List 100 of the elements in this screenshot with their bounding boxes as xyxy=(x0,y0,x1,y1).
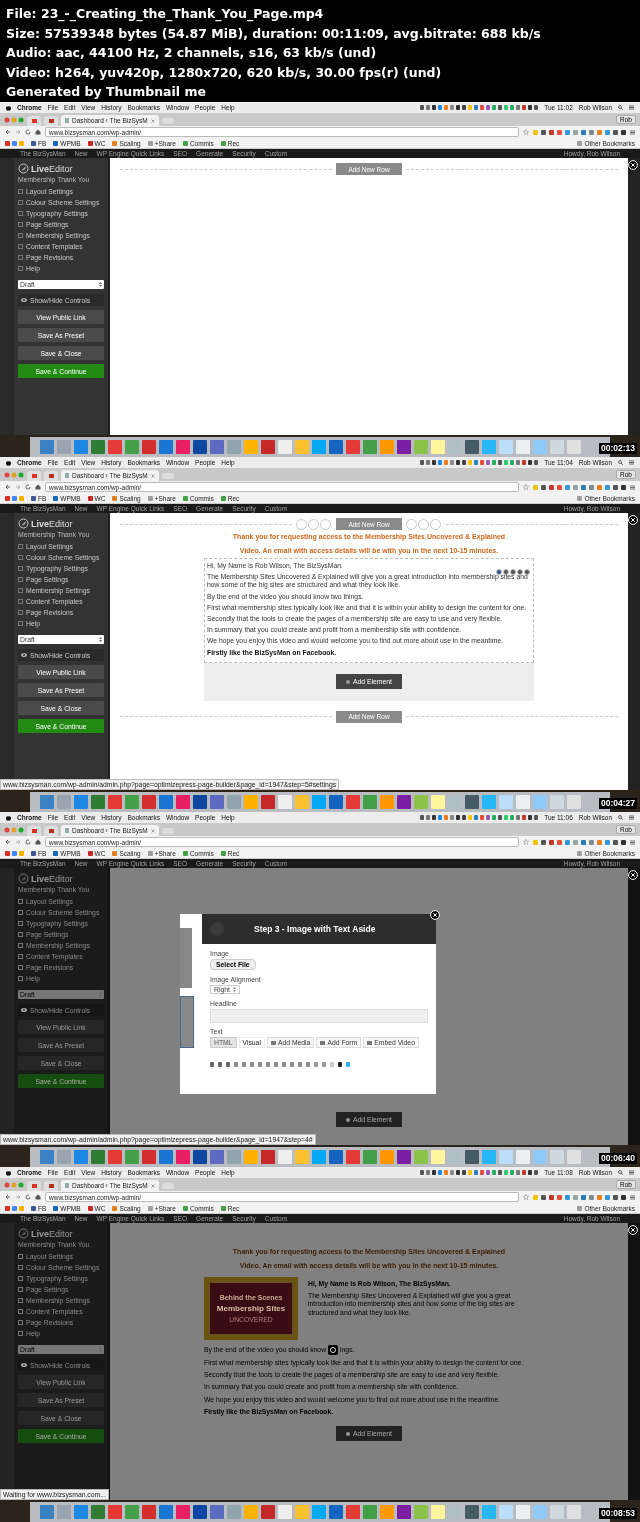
window-buttons-drawing xyxy=(4,1181,24,1188)
page-icon xyxy=(65,1183,69,1188)
star-icon xyxy=(523,1194,529,1200)
updown-icon xyxy=(232,987,236,992)
slide-preview xyxy=(180,996,194,1048)
pinned-tab[interactable] xyxy=(27,1181,41,1191)
menu-icon xyxy=(630,484,635,490)
menu-icon xyxy=(630,129,635,135)
reload-icon xyxy=(25,839,31,845)
mail-icon xyxy=(48,119,54,123)
media-icon xyxy=(320,1040,326,1045)
list-icon xyxy=(629,460,634,465)
forward-icon xyxy=(15,1194,21,1200)
mail-icon xyxy=(48,474,54,478)
eye-icon xyxy=(21,1008,27,1012)
mail-icon xyxy=(31,474,37,478)
mail-icon xyxy=(48,829,54,833)
dialog-title: Step 3 - Image with Text Aside xyxy=(254,924,376,934)
app-logo: LiveEditor xyxy=(31,873,73,884)
close-icon xyxy=(628,1225,638,1235)
mail-icon xyxy=(48,1184,54,1188)
rocket-icon xyxy=(18,873,29,884)
app-logo: LiveEditor xyxy=(31,163,73,174)
list-icon xyxy=(629,105,634,110)
pinned-tab[interactable] xyxy=(44,826,58,836)
app-icons-drawing xyxy=(5,1205,24,1211)
reload-icon xyxy=(25,129,31,135)
rocket-icon xyxy=(18,1228,29,1239)
menu-icon xyxy=(630,1194,635,1200)
pinned-tab[interactable] xyxy=(27,116,41,126)
page-icon xyxy=(65,828,69,833)
search-icon xyxy=(618,815,623,820)
close-icon xyxy=(628,870,638,880)
window-buttons-drawing xyxy=(4,116,24,123)
app-icons-drawing xyxy=(5,850,24,856)
pinned-tab[interactable] xyxy=(27,826,41,836)
page-icon xyxy=(65,473,69,478)
eye-icon xyxy=(21,298,27,302)
app-logo: LiveEditor xyxy=(31,1228,73,1239)
reload-icon xyxy=(25,1194,31,1200)
search-icon xyxy=(618,460,623,465)
back-icon xyxy=(5,839,11,845)
info-line: Video: h264, yuv420p, 1280x720, 620 kb/s, 30.00 fps(r) (und) xyxy=(6,63,443,82)
home-icon xyxy=(35,1194,41,1200)
updown-icon xyxy=(99,637,102,642)
close-icon xyxy=(150,118,155,123)
forward-icon xyxy=(15,129,21,135)
spinner-icon xyxy=(328,1345,339,1355)
forward-icon xyxy=(15,484,21,490)
headline-field[interactable] xyxy=(210,1009,428,1023)
eye-icon xyxy=(21,653,27,657)
pinned-tab[interactable] xyxy=(44,116,58,126)
list-icon xyxy=(629,1170,634,1175)
apple-icon xyxy=(6,459,11,466)
apple-icon xyxy=(6,814,11,821)
plus-icon xyxy=(346,1117,351,1122)
apple-icon xyxy=(6,1169,11,1176)
back-icon xyxy=(5,484,11,490)
slide-preview xyxy=(180,928,192,988)
pinned-tab[interactable] xyxy=(44,1181,58,1191)
eye-icon xyxy=(21,1363,27,1367)
close-icon xyxy=(150,1183,155,1188)
page-icon xyxy=(65,118,69,123)
home-icon xyxy=(35,129,41,135)
mail-icon xyxy=(31,119,37,123)
timestamp: 00:04:27 xyxy=(598,798,637,809)
pinned-tab[interactable] xyxy=(44,471,58,481)
media-icon xyxy=(270,1040,276,1045)
cover-title: Membership Sites xyxy=(216,1304,286,1313)
mail-icon xyxy=(31,829,37,833)
mail-icon xyxy=(31,1184,37,1188)
plus-icon xyxy=(346,1431,351,1436)
rocket-icon xyxy=(18,163,29,174)
app-logo: LiveEditor xyxy=(31,518,73,529)
search-icon xyxy=(618,1170,623,1175)
list-icon xyxy=(629,815,634,820)
pinned-tab[interactable] xyxy=(27,471,41,481)
reload-icon xyxy=(25,484,31,490)
forward-icon xyxy=(15,839,21,845)
close-icon xyxy=(150,473,155,478)
star-icon xyxy=(523,839,529,845)
menu-icon xyxy=(630,839,635,845)
close-icon xyxy=(430,910,440,920)
window-buttons-drawing xyxy=(4,471,24,478)
row-tools-drawing xyxy=(405,518,442,530)
back-icon xyxy=(5,129,11,135)
home-icon xyxy=(35,839,41,845)
timestamp: 00:02:13 xyxy=(598,443,637,454)
updown-icon xyxy=(99,282,102,287)
info-line: File: 23_-_Creating_the_Thank_You_Page.mp4 xyxy=(6,5,325,24)
star-icon xyxy=(523,484,529,490)
media-icon xyxy=(367,1040,373,1045)
element-tools-drawing xyxy=(496,569,531,575)
window-buttons-drawing xyxy=(4,826,24,833)
home-icon xyxy=(35,484,41,490)
back-icon xyxy=(5,1194,11,1200)
plus-icon xyxy=(346,679,351,684)
star-icon xyxy=(523,129,529,135)
rocket-icon xyxy=(18,518,29,529)
app-icons-drawing xyxy=(5,140,24,146)
